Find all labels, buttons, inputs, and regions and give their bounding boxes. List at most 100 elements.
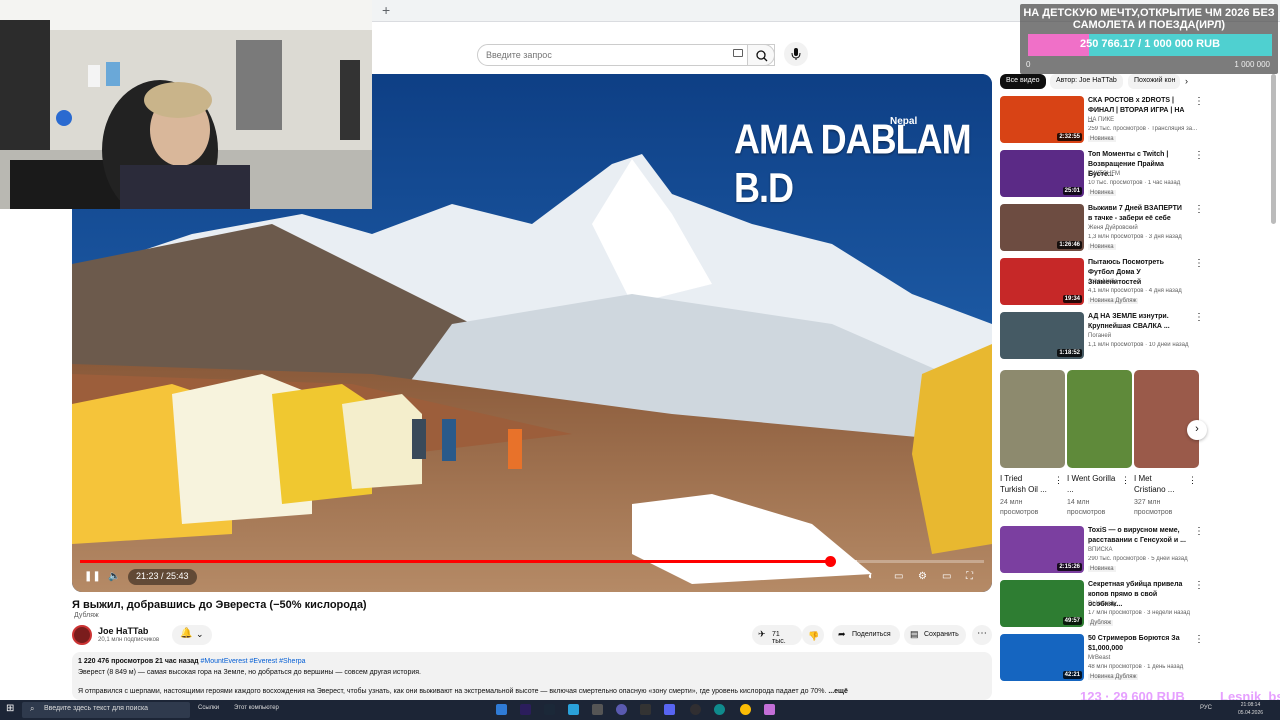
autoplay-toggle[interactable]: ◐ xyxy=(868,571,874,582)
taskbar-this-pc[interactable]: Этот компьютер xyxy=(234,705,279,711)
new-tab-icon[interactable]: + xyxy=(382,2,390,18)
app-icon-monitor[interactable] xyxy=(640,704,651,715)
kebab-menu-icon[interactable]: ⋮ xyxy=(1188,475,1197,486)
kebab-menu-icon[interactable]: ⋮ xyxy=(1054,475,1063,486)
subtitles-icon[interactable]: ▭ xyxy=(894,571,903,582)
sidebar-video-item[interactable]: 49:57 Секретная убийца привела копов прям… xyxy=(1000,580,1204,630)
share-button[interactable]: ➦ Поделиться xyxy=(832,625,900,645)
taskbar-search[interactable]: ⌕ Введите здесь текст для поиска xyxy=(22,702,190,718)
kebab-menu-icon[interactable]: ⋮ xyxy=(1194,312,1204,323)
sidebar-video-item[interactable]: 2:15:26 ToxiS — о вирусном меме, расстава… xyxy=(1000,526,1204,576)
channel-avatar[interactable] xyxy=(72,625,92,645)
sidebar-video-title[interactable]: 50 Стримеров Борются За $1,000,000 xyxy=(1088,634,1188,654)
app-icon-settings[interactable] xyxy=(592,704,603,715)
sidebar-video-title[interactable]: АД НА ЗЕМЛЕ изнутри. Крупнейшая СВАЛКА .… xyxy=(1088,312,1188,332)
sidebar-video-channel[interactable]: НА ПИКЕ xyxy=(1088,117,1114,123)
sidebar-video-thumbnail[interactable]: 19:34 xyxy=(1000,258,1084,305)
settings-gear-icon[interactable]: ⚙ xyxy=(918,571,927,582)
windows-start-icon[interactable]: ⊞ xyxy=(6,703,14,714)
subscription-bell-button[interactable]: 🔔 ⌄ xyxy=(172,625,212,645)
save-button[interactable]: ▤ Сохранить xyxy=(904,625,966,645)
kebab-menu-icon[interactable]: ⋮ xyxy=(1194,526,1204,537)
kebab-menu-icon[interactable]: ⋮ xyxy=(1194,204,1204,215)
sidebar-video-thumbnail[interactable]: 42:21 xyxy=(1000,634,1084,681)
app-icon-v[interactable] xyxy=(616,704,627,715)
sidebar-video-thumbnail[interactable]: 1:26:46 xyxy=(1000,204,1084,251)
sidebar-video-title[interactable]: Выживи 7 Дней ВЗАПЕРТИ в тачке - забери … xyxy=(1088,204,1188,224)
app-icon-steam[interactable] xyxy=(544,704,555,715)
volume-icon[interactable]: 🔈 xyxy=(108,571,120,582)
chip-all-videos[interactable]: Все видео xyxy=(1000,74,1046,89)
sidebar-video-channel[interactable]: Dr Insanity xyxy=(1088,601,1117,607)
chip-author[interactable]: Автор: Joe HaTTab xyxy=(1050,74,1123,89)
sidebar-video-thumbnail[interactable]: 2:32:55 xyxy=(1000,96,1084,143)
pause-button[interactable]: ❚❚ xyxy=(84,571,101,582)
short-title[interactable]: I Tried Turkish Oil ... xyxy=(1000,473,1050,495)
sidebar-video-item[interactable]: 42:21 50 Стримеров Борются За $1,000,000 M… xyxy=(1000,634,1204,684)
short-thumbnail[interactable] xyxy=(1000,370,1065,468)
app-icon-chrome[interactable] xyxy=(740,704,751,715)
voice-search-button[interactable] xyxy=(784,42,808,66)
search-input[interactable] xyxy=(486,45,726,65)
kebab-menu-icon[interactable]: ⋮ xyxy=(1121,475,1130,486)
sidebar-video-thumbnail[interactable]: 25:01 xyxy=(1000,150,1084,197)
kebab-menu-icon[interactable]: ⋮ xyxy=(1194,258,1204,269)
hashtags[interactable]: #MountEverest #Everest #Sherpa xyxy=(201,658,306,665)
bell-icon: 🔔 xyxy=(180,628,193,639)
chip-related[interactable]: Похожий кон xyxy=(1128,74,1180,89)
sidebar-video-channel[interactable]: Женя Дуйровский xyxy=(1088,225,1138,231)
theater-mode-icon[interactable]: ▭ xyxy=(942,571,951,582)
kebab-menu-icon[interactable]: ⋮ xyxy=(1194,634,1204,645)
sidebar-video-thumbnail[interactable]: 49:57 xyxy=(1000,580,1084,627)
short-title[interactable]: I Went Gorilla ... xyxy=(1067,473,1117,495)
sidebar-video-channel[interactable]: ВПИСКА xyxy=(1088,547,1112,553)
app-icon-calculator[interactable] xyxy=(496,704,507,715)
progress-bar[interactable] xyxy=(80,556,984,567)
kebab-menu-icon[interactable]: ⋮ xyxy=(1194,96,1204,107)
sidebar-video-channel[interactable]: John Nellis xyxy=(1088,279,1117,285)
sidebar-video-item[interactable]: 19:34 Пытаюсь Посмотреть Футбол Дома У Зн… xyxy=(1000,258,1204,308)
sidebar-video-item[interactable]: 2:32:55 СКА РОСТОВ x 2DROTS | ФИНАЛ | ВТО… xyxy=(1000,96,1204,146)
chevron-right-icon[interactable]: › xyxy=(1185,76,1188,86)
sidebar-video-channel[interactable]: MrBeast xyxy=(1088,655,1110,661)
app-icon-pink[interactable] xyxy=(764,704,775,715)
description-box[interactable]: 1 220 476 просмотров 21 час назад #Mount… xyxy=(72,652,992,700)
sidebar-video-title[interactable]: ToxiS — о вирусном меме, расставании с Г… xyxy=(1088,526,1188,546)
more-actions-button[interactable]: ⋯ xyxy=(972,625,992,645)
description-line-2: Я отправился с шерпами, настоящими героя… xyxy=(78,688,848,695)
search-button[interactable] xyxy=(747,44,775,66)
kebab-menu-icon[interactable]: ⋮ xyxy=(1194,580,1204,591)
app-icon-obs[interactable] xyxy=(690,704,701,715)
video-duration: 2:15:26 xyxy=(1057,563,1082,571)
webcam-frame xyxy=(0,0,372,209)
sidebar-video-item[interactable]: 1:26:46 Выживи 7 Дней ВЗАПЕРТИ в тачке - … xyxy=(1000,204,1204,254)
kebab-menu-icon[interactable]: ⋮ xyxy=(1194,150,1204,161)
taskbar-clock[interactable]: 21:08:14 05.04.2026 xyxy=(1238,701,1263,717)
app-icon-edge[interactable] xyxy=(714,704,725,715)
taskbar-links[interactable]: Ссылки xyxy=(198,705,219,711)
app-icon-discord[interactable] xyxy=(664,704,675,715)
like-button[interactable]: ✈ 71 тыс. xyxy=(752,625,802,645)
dislike-button[interactable]: 👎 xyxy=(802,625,824,645)
short-thumbnail[interactable] xyxy=(1067,370,1132,468)
app-icon-premiere[interactable] xyxy=(520,704,531,715)
description-more-link[interactable]: ...ещё xyxy=(828,688,848,695)
sidebar-video-channel[interactable]: TWITCHFM xyxy=(1088,171,1120,177)
taskbar-language[interactable]: РУС xyxy=(1200,705,1212,711)
sidebar-video-thumbnail[interactable]: 2:15:26 xyxy=(1000,526,1084,573)
sidebar-video-views: 4,1 млн просмотров · 4 дня назад xyxy=(1088,288,1182,294)
short-title[interactable]: I Met Cristiano ... xyxy=(1134,473,1184,495)
sidebar-video-item[interactable]: 1:18:52 АД НА ЗЕМЛЕ изнутри. Крупнейшая С… xyxy=(1000,312,1204,362)
taskbar-time: 21:08:14 xyxy=(1240,702,1261,708)
sidebar-video-channel[interactable]: Поганей xyxy=(1088,333,1111,339)
shorts-next-button[interactable]: › xyxy=(1187,420,1207,440)
page-scrollbar[interactable] xyxy=(1271,74,1276,224)
fullscreen-icon[interactable]: ⛶ xyxy=(966,571,973,582)
app-icon-telegram[interactable] xyxy=(568,704,579,715)
search-box[interactable] xyxy=(477,44,775,66)
short-thumbnail[interactable] xyxy=(1134,370,1199,468)
keyboard-icon[interactable] xyxy=(733,49,743,57)
sidebar-video-item[interactable]: 25:01 Топ Моменты с Twitch | Возвращение … xyxy=(1000,150,1204,200)
channel-name[interactable]: Joe HaTTab xyxy=(98,626,148,636)
sidebar-video-thumbnail[interactable]: 1:18:52 xyxy=(1000,312,1084,359)
